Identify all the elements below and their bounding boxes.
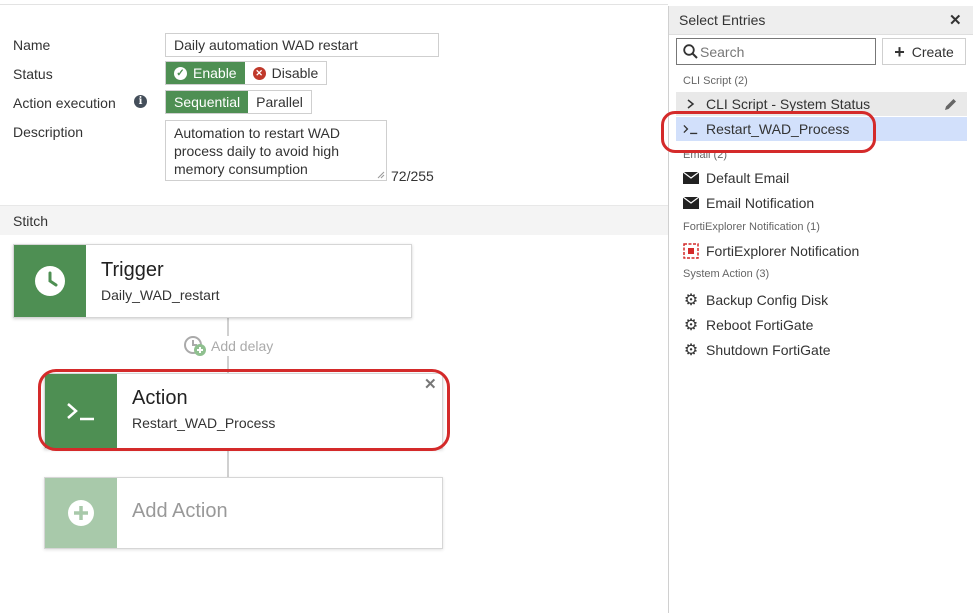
highlight-oval xyxy=(38,369,450,451)
sequential-button[interactable]: Sequential xyxy=(166,91,249,113)
pencil-icon[interactable] xyxy=(943,97,958,112)
status-toggle: ✓ Enable ✕ Disable xyxy=(165,61,328,85)
parallel-button[interactable]: Parallel xyxy=(248,91,311,113)
add-action-tile xyxy=(45,478,117,548)
list-item-label: Backup Config Disk xyxy=(706,292,829,308)
description-label: Description xyxy=(13,124,84,140)
connector-line xyxy=(227,318,229,336)
list-item[interactable]: Email Notification xyxy=(683,195,814,211)
stitch-header xyxy=(0,205,668,235)
group-label: FortiExplorer Notification (1) xyxy=(683,221,820,233)
select-entries-panel: Select Entries ✕ Search + Create CLI Scr… xyxy=(668,6,973,613)
stitch-label: Stitch xyxy=(13,213,49,229)
add-action-label: Add Action xyxy=(132,500,228,522)
list-item-label: Default Email xyxy=(706,170,790,186)
list-item-label: Reboot FortiGate xyxy=(706,317,814,333)
description-textarea[interactable]: Automation to restart WAD process daily … xyxy=(165,120,387,181)
enable-label: Enable xyxy=(193,65,237,81)
list-item[interactable]: ⚙ Shutdown FortiGate xyxy=(683,340,831,360)
check-circle-icon: ✓ xyxy=(174,66,187,80)
list-item-label: FortiExplorer Notification xyxy=(706,243,860,259)
trigger-card[interactable]: Trigger Daily_WAD_restart xyxy=(13,244,412,318)
group-label: System Action (3) xyxy=(683,268,770,280)
enable-button[interactable]: ✓ Enable xyxy=(166,62,245,84)
search-input[interactable]: Search xyxy=(676,38,876,65)
gear-icon: ⚙ xyxy=(683,342,699,359)
gear-icon: ⚙ xyxy=(683,292,699,309)
highlight-oval xyxy=(661,111,876,153)
clock-icon xyxy=(35,266,65,296)
add-delay-label: Add delay xyxy=(211,338,274,354)
name-label: Name xyxy=(13,37,51,53)
char-counter: 72/255 xyxy=(391,168,434,184)
gear-icon: ⚙ xyxy=(683,317,699,334)
x-circle-icon: ✕ xyxy=(252,66,266,80)
plus-circle-icon xyxy=(68,500,94,526)
list-item[interactable]: CLI Script - System Status xyxy=(683,96,870,112)
list-item[interactable]: FortiExplorer Notification xyxy=(683,243,859,259)
search-placeholder: Search xyxy=(700,43,745,60)
resize-handle-icon[interactable] xyxy=(377,171,385,179)
disable-button[interactable]: ✕ Disable xyxy=(244,62,327,84)
plus-icon: + xyxy=(894,41,905,62)
envelope-icon xyxy=(683,172,699,184)
action-execution-label: Action execution xyxy=(13,95,116,111)
list-item[interactable]: ⚙ Backup Config Disk xyxy=(683,290,828,310)
execution-toggle: Sequential Parallel xyxy=(165,90,312,114)
add-action-card[interactable]: Add Action xyxy=(44,477,443,549)
panel-title: Select Entries xyxy=(679,12,766,28)
list-item[interactable]: ⚙ Reboot FortiGate xyxy=(683,315,814,335)
search-icon xyxy=(683,44,698,59)
envelope-icon xyxy=(683,197,699,209)
create-label: Create xyxy=(911,43,954,60)
trigger-title: Trigger xyxy=(101,259,164,281)
name-input[interactable]: Daily automation WAD restart xyxy=(165,33,439,57)
trigger-value: Daily_WAD_restart xyxy=(101,287,220,303)
fortiexplorer-icon xyxy=(683,243,699,259)
close-icon[interactable]: ✕ xyxy=(949,11,962,29)
info-icon[interactable]: i xyxy=(134,95,147,108)
top-divider xyxy=(0,4,668,5)
create-button[interactable]: + Create xyxy=(882,38,966,65)
add-delay-button[interactable]: Add delay xyxy=(183,335,273,357)
connector-line xyxy=(227,449,229,477)
disable-label: Disable xyxy=(271,65,319,81)
chevron-right-icon xyxy=(683,98,699,110)
list-item-label: Shutdown FortiGate xyxy=(706,342,831,358)
clock-add-icon xyxy=(184,336,206,356)
list-item-label: Email Notification xyxy=(706,195,815,211)
list-item[interactable]: Default Email xyxy=(683,170,789,186)
status-label: Status xyxy=(13,66,53,82)
panel-header: Select Entries ✕ xyxy=(669,6,973,35)
group-label: CLI Script (2) xyxy=(683,75,748,87)
trigger-tile xyxy=(14,245,86,317)
list-item-label: CLI Script - System Status xyxy=(706,96,871,112)
